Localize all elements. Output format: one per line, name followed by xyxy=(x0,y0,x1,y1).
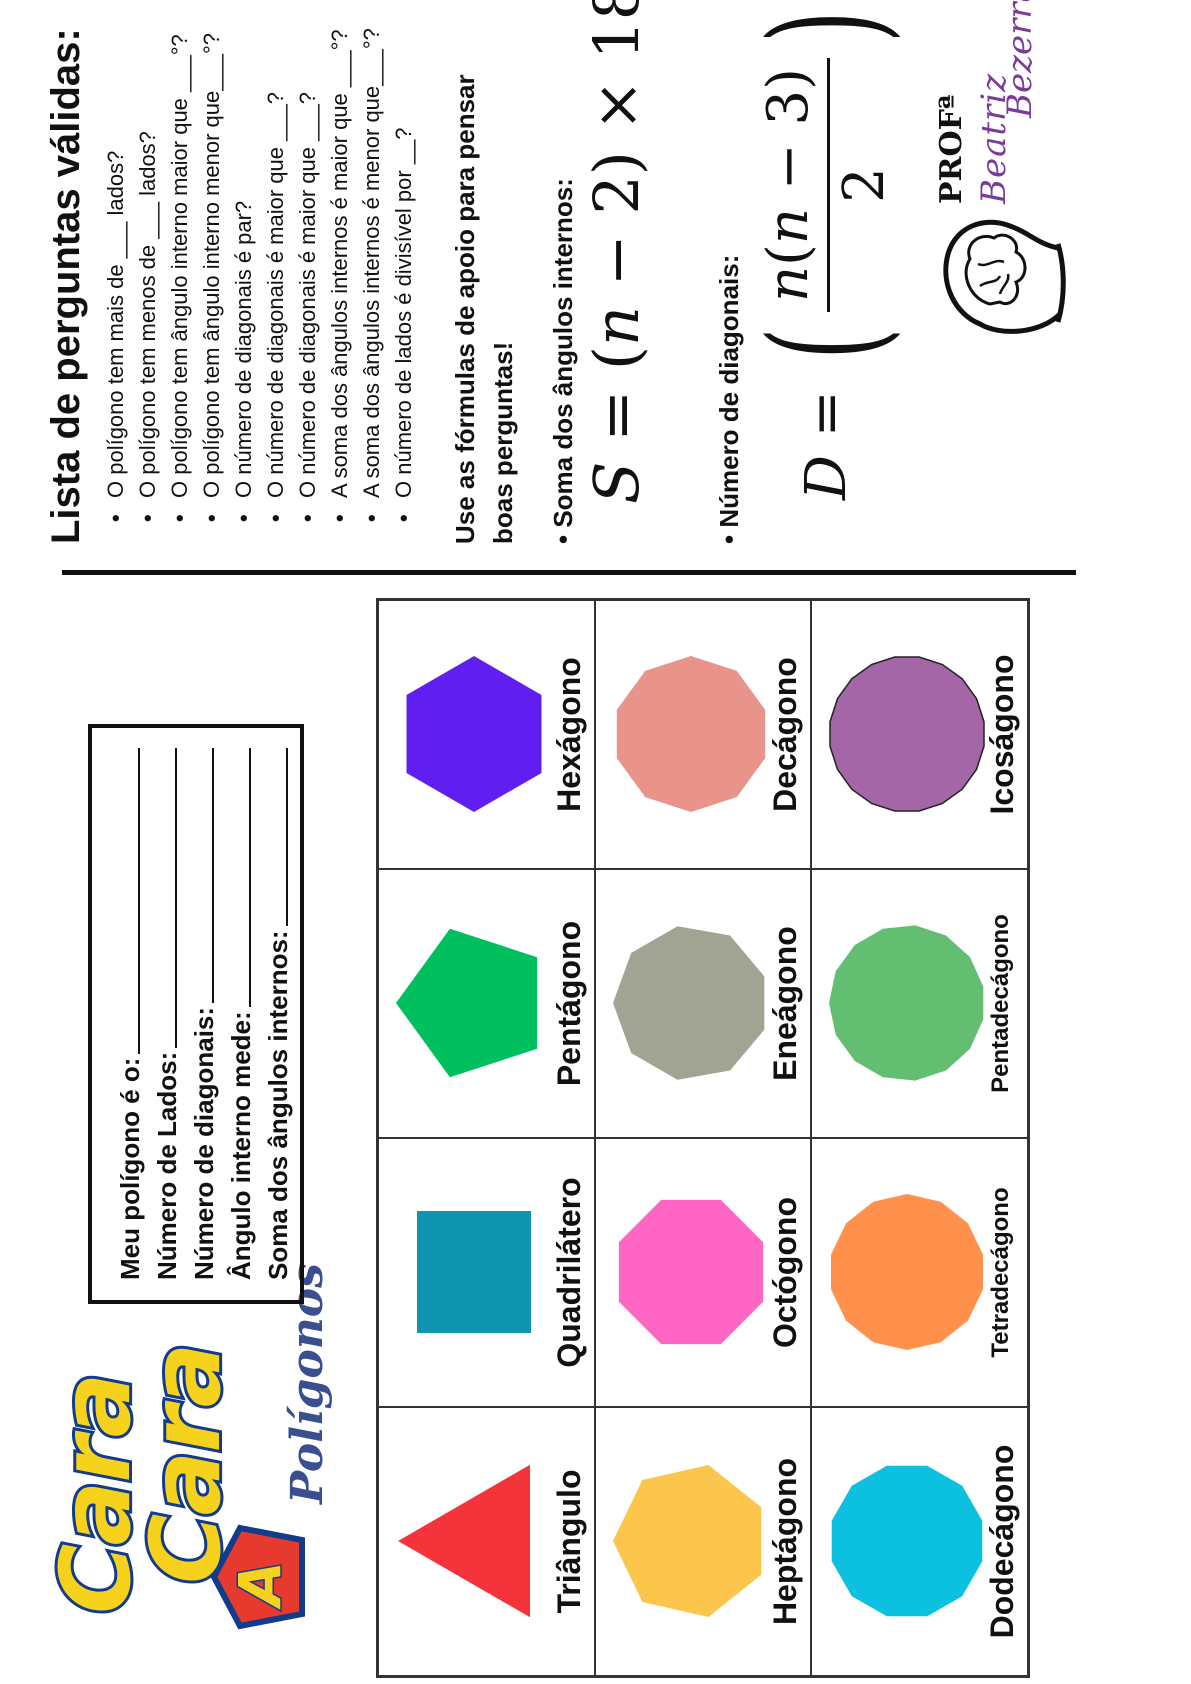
polygon-name: Hexágono xyxy=(550,657,587,812)
polygon-name: Octógono xyxy=(767,1196,804,1349)
diagonals-formula: D = ( n(n − 3) 2 ) xyxy=(739,10,913,500)
polygon-card[interactable]: Quadrilátero xyxy=(378,1138,595,1407)
diagonals-formula-label: Número de diagonais: xyxy=(714,255,745,544)
polygon-name: Quadrilátero xyxy=(550,1177,587,1368)
form-line-diagonals[interactable]: Número de diagonais: xyxy=(186,748,223,1280)
polygon-name: Dodecágono xyxy=(984,1444,1020,1639)
polygon-name: Tetradecágono xyxy=(987,1187,1014,1358)
polygon-shape-icon xyxy=(398,1465,530,1618)
question-item: O número de diagonais é maior que ___? xyxy=(292,28,324,522)
divider-line xyxy=(62,570,1076,575)
polygon-shape-icon xyxy=(832,1466,983,1617)
polygon-shape-icon xyxy=(616,656,765,813)
question-item: O polígono tem ângulo interno menor que_… xyxy=(196,28,228,522)
page: Cara Cara A Polígonos Meu polígono é o: … xyxy=(0,0,1191,1684)
polygon-card[interactable]: Octógono xyxy=(594,1138,812,1407)
polygon-card[interactable]: Heptágono xyxy=(594,1407,812,1676)
form-line-angle-sum[interactable]: Soma dos ângulos internos: xyxy=(260,748,297,1280)
polygon-shape-icon xyxy=(417,1211,531,1334)
question-item: A soma dos ângulos internos é menor que_… xyxy=(356,28,388,522)
question-item: A soma dos ângulos internos é maior que … xyxy=(324,28,356,522)
polygon-grid: Triângulo Quadrilátero Pentágono Hexágono He… xyxy=(376,598,1030,1678)
questions-panel: Lista de perguntas válidas: O polígono t… xyxy=(0,0,1191,544)
polygon-card[interactable]: Eneágono xyxy=(594,869,812,1138)
form-line-polygon[interactable]: Meu polígono é o: xyxy=(112,748,149,1280)
question-item: O polígono tem mais de ___ lados? xyxy=(100,28,132,522)
answer-form: Meu polígono é o: Número de Lados: Númer… xyxy=(88,724,304,1304)
polygon-name: Decágono xyxy=(767,657,804,812)
question-item: O número de diagonais é par? xyxy=(228,28,260,522)
polygon-card[interactable]: Pentágono xyxy=(378,869,595,1138)
polygon-card[interactable]: Icoságono xyxy=(811,600,1028,869)
polygon-name: Icoságono xyxy=(984,654,1020,815)
logo-word-2: Cara xyxy=(127,1342,245,1587)
question-item: O número de diagonais é maior que ___? xyxy=(260,28,292,522)
brain-head-icon xyxy=(943,219,1066,334)
polygon-name: Triângulo xyxy=(550,1469,587,1614)
polygon-card[interactable]: Decágono xyxy=(594,600,812,869)
questions-list: O polígono tem mais de ___ lados?O políg… xyxy=(100,28,420,522)
polygon-shape-icon xyxy=(406,656,542,813)
polygon-shape-icon xyxy=(612,1465,761,1618)
polygon-name: Heptágono xyxy=(767,1457,804,1626)
polygon-card[interactable]: Tetradecágono xyxy=(811,1138,1028,1407)
polygon-card[interactable]: Pentadecágono xyxy=(811,869,1028,1138)
questions-title: Lista de perguntas válidas: xyxy=(44,28,88,544)
question-item: O polígono tem ângulo interno maior que … xyxy=(164,28,196,522)
cara-a-cara-logo: Cara Cara A Polígonos xyxy=(20,1263,360,1654)
form-line-interior-angle[interactable]: Ângulo interno mede: xyxy=(223,748,260,1280)
prof-label: PROFª xyxy=(934,94,969,204)
author-logo: PROFª Beatriz Bezerra xyxy=(930,0,1080,344)
sum-formula: S = (n − 2) × 180° xyxy=(580,0,653,504)
polygon-shape-icon xyxy=(831,1194,984,1351)
question-item: O número de lados é divisível por __? xyxy=(388,28,420,522)
question-item: O polígono tem menos de ___ lados? xyxy=(132,28,164,522)
author-last-name: Bezerra xyxy=(1000,0,1040,118)
polygon-name: Eneágono xyxy=(767,926,804,1081)
sum-formula-label: Soma dos ângulos internos: xyxy=(548,178,579,544)
logo-badge-letter: A xyxy=(225,1560,296,1608)
polygon-shape-icon xyxy=(618,1200,763,1345)
polygon-shape-icon xyxy=(829,925,984,1082)
support-text: Use as fórmulas de apoio para pensar boa… xyxy=(450,74,518,544)
polygon-name: Pentadecágono xyxy=(987,914,1014,1093)
polygon-shape-icon xyxy=(612,926,764,1081)
polygon-card[interactable]: Triângulo xyxy=(378,1407,595,1676)
polygon-shape-icon xyxy=(829,656,986,813)
polygon-name: Pentágono xyxy=(550,920,587,1087)
polygon-card[interactable]: Hexágono xyxy=(378,600,595,869)
polygon-shape-icon xyxy=(396,929,538,1078)
form-line-sides[interactable]: Número de Lados: xyxy=(149,748,186,1280)
polygon-card[interactable]: Dodecágono xyxy=(811,1407,1028,1676)
